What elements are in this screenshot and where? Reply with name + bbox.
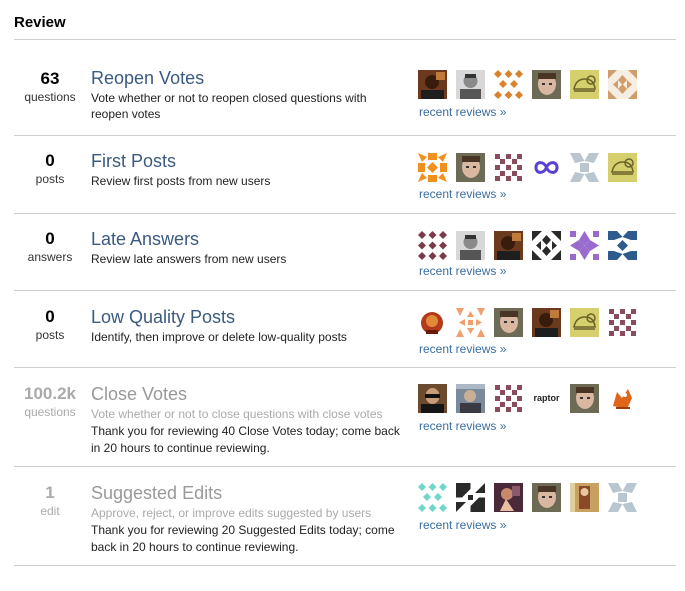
queue-info: Late Answers Review late answers from ne…	[91, 228, 401, 267]
queue-title-link[interactable]: Reopen Votes	[91, 67, 401, 89]
queue-count-number: 100.2k	[24, 384, 76, 403]
user-avatar[interactable]	[494, 231, 523, 260]
queue-row-reopen-votes: 63 questions Reopen Votes Vote whether o…	[14, 63, 676, 136]
user-avatar[interactable]	[418, 384, 447, 413]
queue-count-unit: questions	[24, 90, 76, 104]
identicon-avatar[interactable]	[456, 308, 485, 337]
reviewer-avatars	[418, 153, 648, 185]
identicon-avatar[interactable]	[570, 153, 599, 182]
user-avatar[interactable]	[456, 231, 485, 260]
queue-info: Low Quality Posts Identify, then improve…	[91, 306, 401, 345]
identicon-avatar[interactable]	[608, 483, 637, 512]
queue-description: Review first posts from new users	[91, 174, 271, 188]
queue-count-number: 1	[45, 483, 55, 502]
reviewer-avatars	[418, 308, 648, 340]
review-header: Review	[14, 14, 676, 40]
queue-count-number: 0	[45, 229, 55, 248]
queue-description: Identify, then improve or delete low-qua…	[91, 330, 347, 344]
identicon-avatar[interactable]	[418, 153, 447, 182]
queue-count: 0 answers	[14, 229, 86, 265]
queue-count-unit: answers	[27, 250, 73, 264]
raptor-logo-text: raptor	[533, 393, 560, 403]
user-avatar[interactable]	[570, 384, 599, 413]
queue-count: 63 questions	[14, 69, 86, 105]
page-title: Review	[14, 14, 66, 31]
queue-description: Approve, reject, or improve edits sugges…	[91, 506, 372, 520]
queue-count-unit: edit	[40, 504, 60, 518]
raptor-logo-avatar[interactable]: raptor	[532, 384, 561, 413]
user-avatar[interactable]	[456, 70, 485, 99]
queue-count-unit: questions	[24, 405, 76, 419]
identicon-avatar[interactable]	[608, 153, 637, 182]
queue-row-late-answers: 0 answers Late Answers Review late answe…	[14, 214, 676, 291]
user-avatar[interactable]	[456, 153, 485, 182]
queue-limit-notice: Thank you for reviewing 20 Suggested Edi…	[91, 523, 395, 554]
identicon-avatar[interactable]	[570, 70, 599, 99]
queue-count: 100.2k questions	[14, 384, 86, 420]
user-avatar[interactable]	[456, 384, 485, 413]
user-avatar[interactable]	[494, 483, 523, 512]
user-avatar[interactable]	[418, 70, 447, 99]
user-avatar[interactable]	[570, 483, 599, 512]
identicon-avatar[interactable]	[456, 483, 485, 512]
recent-reviews-link[interactable]: recent reviews »	[419, 187, 506, 201]
recent-reviews-link[interactable]: recent reviews »	[419, 518, 506, 532]
queue-limit-notice: Thank you for reviewing 40 Close Votes t…	[91, 424, 400, 455]
identicon-avatar[interactable]	[494, 70, 523, 99]
user-avatar[interactable]	[532, 308, 561, 337]
identicon-avatar[interactable]	[570, 231, 599, 260]
queue-title-link[interactable]: Close Votes	[91, 383, 401, 405]
reviewer-avatars: raptor	[418, 384, 648, 416]
user-avatar[interactable]	[532, 483, 561, 512]
queue-count: 0 posts	[14, 151, 86, 187]
queue-count-number: 0	[45, 151, 55, 170]
recent-reviews-link[interactable]: recent reviews »	[419, 264, 506, 278]
recent-reviews-link[interactable]: recent reviews »	[419, 342, 506, 356]
queue-description: Vote whether or not to close questions w…	[91, 407, 383, 421]
identicon-avatar[interactable]	[608, 231, 637, 260]
queue-description: Review late answers from new users	[91, 252, 287, 266]
queue-title-link[interactable]: Late Answers	[91, 228, 401, 250]
queue-count-unit: posts	[35, 328, 65, 342]
queue-info: Reopen Votes Vote whether or not to reop…	[91, 67, 401, 122]
user-avatar[interactable]	[418, 308, 447, 337]
queue-row-suggested-edits: 1 edit Suggested Edits Approve, reject, …	[14, 467, 676, 566]
recent-reviews-link[interactable]: recent reviews »	[419, 105, 506, 119]
queue-count: 1 edit	[14, 483, 86, 519]
queue-count-number: 63	[40, 69, 60, 88]
user-avatar[interactable]	[532, 70, 561, 99]
queue-count-unit: posts	[35, 172, 65, 186]
queue-title-link[interactable]: First Posts	[91, 150, 401, 172]
identicon-avatar[interactable]	[608, 308, 637, 337]
queue-count-number: 0	[45, 307, 55, 326]
identicon-avatar[interactable]	[494, 384, 523, 413]
identicon-avatar[interactable]	[418, 483, 447, 512]
identicon-avatar[interactable]	[494, 153, 523, 182]
user-avatar[interactable]	[494, 308, 523, 337]
queue-description: Vote whether or not to reopen closed que…	[91, 91, 367, 121]
reviewer-avatars	[418, 231, 648, 263]
identicon-avatar[interactable]	[418, 231, 447, 260]
queue-count: 0 posts	[14, 307, 86, 343]
queue-row-first-posts: 0 posts First Posts Review first posts f…	[14, 136, 676, 214]
queue-row-low-quality-posts: 0 posts Low Quality Posts Identify, then…	[14, 291, 676, 368]
queue-info: First Posts Review first posts from new …	[91, 150, 401, 189]
user-avatar[interactable]	[608, 384, 637, 413]
queue-row-close-votes: 100.2k questions Close Votes Vote whethe…	[14, 368, 676, 467]
queue-title-link[interactable]: Suggested Edits	[91, 482, 401, 504]
identicon-avatar[interactable]	[570, 308, 599, 337]
infinity-icon[interactable]	[532, 153, 561, 182]
reviewer-avatars	[418, 483, 648, 515]
reviewer-avatars	[418, 70, 648, 102]
identicon-avatar[interactable]	[532, 231, 561, 260]
identicon-avatar[interactable]	[608, 70, 637, 99]
queue-info: Suggested Edits Approve, reject, or impr…	[91, 482, 401, 556]
queue-title-link[interactable]: Low Quality Posts	[91, 306, 401, 328]
queue-info: Close Votes Vote whether or not to close…	[91, 383, 401, 457]
recent-reviews-link[interactable]: recent reviews »	[419, 419, 506, 433]
